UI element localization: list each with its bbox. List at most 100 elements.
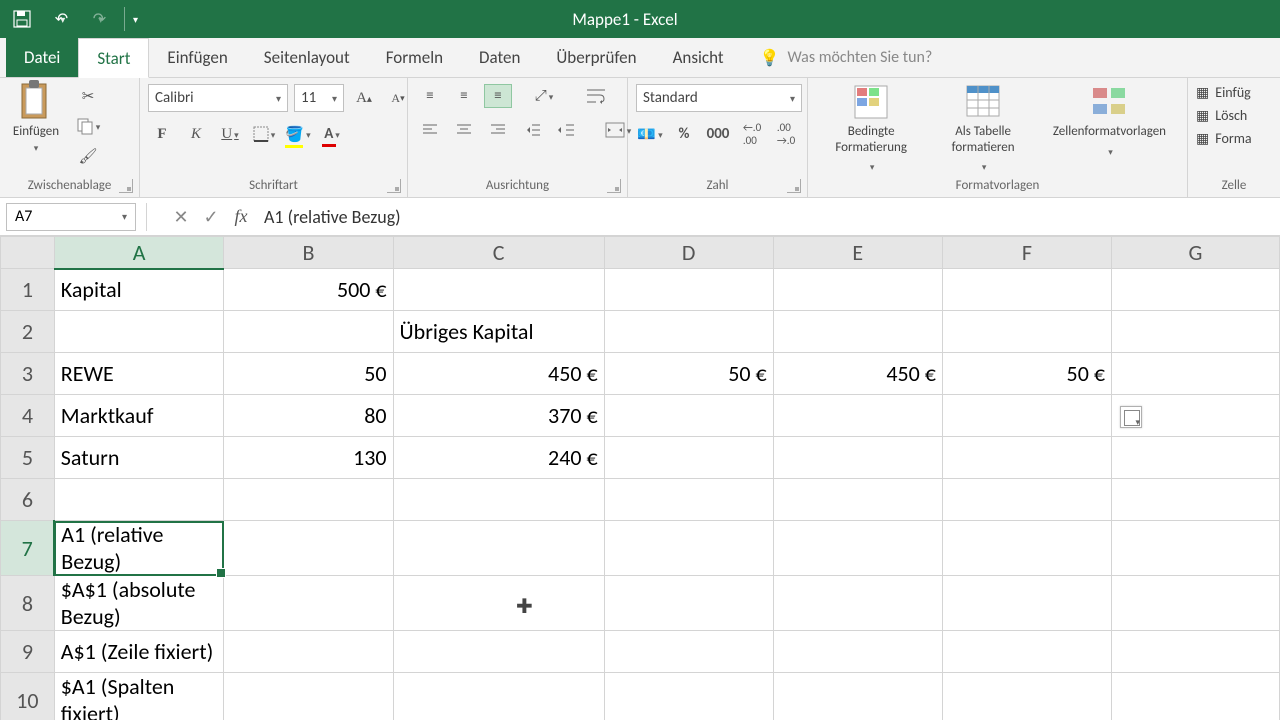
cell-F3[interactable]: 50 € — [942, 353, 1111, 395]
cell-E3[interactable]: 450 € — [773, 353, 942, 395]
alignment-launcher[interactable] — [607, 179, 621, 193]
row-header-6[interactable]: 6 — [1, 479, 55, 521]
format-as-table-button[interactable]: Als Tabelle formatieren — [930, 84, 1036, 175]
cell-E5[interactable] — [773, 437, 942, 479]
accounting-format-button[interactable]: 💶 — [636, 122, 664, 146]
cell-A10[interactable]: $A1 (Spalten fixiert) — [54, 673, 224, 720]
cells-delete-icon[interactable]: ▦ — [1196, 107, 1209, 124]
cell-G6[interactable] — [1111, 479, 1279, 521]
row-header-2[interactable]: 2 — [1, 311, 55, 353]
cell-A3[interactable]: REWE — [54, 353, 224, 395]
cell-F1[interactable] — [942, 269, 1111, 311]
cell-C6[interactable] — [393, 479, 604, 521]
tab-page-layout[interactable]: Seitenlayout — [246, 38, 368, 77]
align-top-button[interactable]: ≡ — [416, 84, 444, 108]
copy-button[interactable] — [74, 114, 102, 138]
cell-C3[interactable]: 450 € — [393, 353, 604, 395]
col-header-E[interactable]: E — [773, 237, 942, 269]
cell-D2[interactable] — [604, 311, 773, 353]
orientation-button[interactable]: ⤢ — [530, 84, 558, 108]
cell-B10[interactable] — [224, 673, 393, 720]
cell-F10[interactable] — [942, 673, 1111, 720]
cell-D3[interactable]: 50 € — [604, 353, 773, 395]
cell-C4[interactable]: 370 € — [393, 395, 604, 437]
number-launcher[interactable] — [787, 179, 801, 193]
italic-button[interactable]: K — [182, 122, 210, 146]
cells-insert-icon[interactable]: ▦ — [1196, 84, 1209, 101]
comma-format-button[interactable]: 000 — [704, 122, 732, 146]
increase-font-button[interactable]: A▴ — [350, 86, 378, 110]
cell-A9[interactable]: A$1 (Zeile fixiert) — [54, 631, 224, 673]
worksheet-grid[interactable]: ABCDEFG1Kapital500 €2Übriges Kapital3REW… — [0, 236, 1280, 720]
cell-A8[interactable]: $A$1 (absolute Bezug) — [54, 576, 224, 631]
font-color-button[interactable]: A — [318, 122, 346, 146]
col-header-A[interactable]: A — [54, 237, 224, 269]
col-header-G[interactable]: G — [1111, 237, 1279, 269]
align-center-button[interactable] — [450, 118, 478, 142]
cell-C8[interactable] — [393, 576, 604, 631]
cell-B4[interactable]: 80 — [224, 395, 393, 437]
autofill-options-button[interactable] — [1120, 406, 1142, 428]
redo-button[interactable]: ↷▾ — [86, 7, 110, 31]
cell-B2[interactable] — [224, 311, 393, 353]
save-button[interactable] — [10, 7, 34, 31]
tab-insert[interactable]: Einfügen — [149, 38, 245, 77]
col-header-F[interactable]: F — [942, 237, 1111, 269]
cell-A2[interactable] — [54, 311, 224, 353]
cell-D8[interactable] — [604, 576, 773, 631]
cell-D10[interactable] — [604, 673, 773, 720]
cell-C5[interactable]: 240 € — [393, 437, 604, 479]
select-all-corner[interactable] — [1, 237, 55, 269]
row-header-3[interactable]: 3 — [1, 353, 55, 395]
row-header-5[interactable]: 5 — [1, 437, 55, 479]
col-header-B[interactable]: B — [224, 237, 393, 269]
cell-B1[interactable]: 500 € — [224, 269, 393, 311]
cell-E6[interactable] — [773, 479, 942, 521]
cell-E8[interactable] — [773, 576, 942, 631]
cell-D1[interactable] — [604, 269, 773, 311]
align-middle-button[interactable]: ≡ — [450, 84, 478, 108]
cell-G7[interactable] — [1111, 521, 1279, 576]
cell-E2[interactable] — [773, 311, 942, 353]
increase-decimal-button[interactable]: ←.0.00 — [738, 122, 766, 146]
row-header-8[interactable]: 8 — [1, 576, 55, 631]
cell-D7[interactable] — [604, 521, 773, 576]
cell-B6[interactable] — [224, 479, 393, 521]
cell-C1[interactable] — [393, 269, 604, 311]
cell-E1[interactable] — [773, 269, 942, 311]
cell-A7[interactable]: A1 (relative Bezug) — [54, 521, 224, 576]
cell-E10[interactable] — [773, 673, 942, 720]
cell-D4[interactable] — [604, 395, 773, 437]
cell-E7[interactable] — [773, 521, 942, 576]
cell-A4[interactable]: Marktkauf — [54, 395, 224, 437]
cell-G5[interactable] — [1111, 437, 1279, 479]
cell-G3[interactable] — [1111, 353, 1279, 395]
tab-home[interactable]: Start — [78, 38, 149, 78]
cell-G10[interactable] — [1111, 673, 1279, 720]
cell-A6[interactable] — [54, 479, 224, 521]
increase-indent-button[interactable] — [552, 118, 580, 142]
borders-button[interactable] — [250, 122, 278, 146]
cell-C9[interactable] — [393, 631, 604, 673]
row-header-10[interactable]: 10 — [1, 673, 55, 720]
cell-B7[interactable] — [224, 521, 393, 576]
cell-G1[interactable] — [1111, 269, 1279, 311]
cell-D5[interactable] — [604, 437, 773, 479]
tell-me-search[interactable]: 💡 Was möchten Sie tun? — [742, 38, 933, 77]
format-painter-button[interactable]: 🖌 — [74, 144, 102, 168]
tab-data[interactable]: Daten — [461, 38, 538, 77]
cell-F7[interactable] — [942, 521, 1111, 576]
col-header-D[interactable]: D — [604, 237, 773, 269]
conditional-formatting-button[interactable]: Bedingte Formatierung — [816, 84, 926, 175]
col-header-C[interactable]: C — [393, 237, 604, 269]
align-left-button[interactable] — [416, 118, 444, 142]
undo-button[interactable]: ↶▾ — [48, 7, 72, 31]
decrease-decimal-button[interactable]: .00→.0 — [772, 122, 800, 146]
formula-enter-button[interactable]: ✓ — [196, 203, 226, 231]
fx-button[interactable]: fx — [226, 203, 256, 231]
decrease-indent-button[interactable] — [518, 118, 546, 142]
cell-G2[interactable] — [1111, 311, 1279, 353]
cell-C10[interactable] — [393, 673, 604, 720]
align-right-button[interactable] — [484, 118, 512, 142]
clipboard-launcher[interactable] — [119, 179, 133, 193]
